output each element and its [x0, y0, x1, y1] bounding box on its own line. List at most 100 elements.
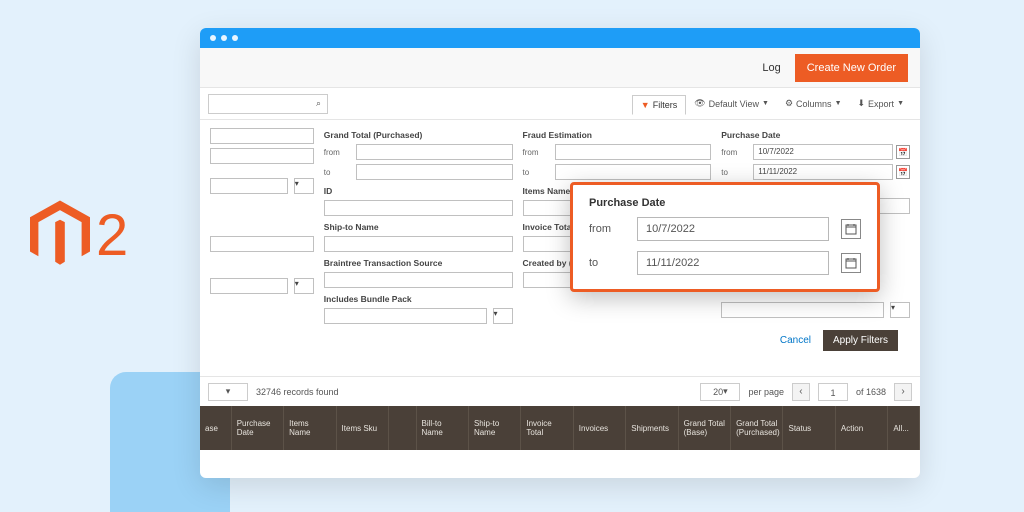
grand-total-from-input[interactable]	[356, 144, 513, 160]
callout-to-input[interactable]: 11/11/2022	[637, 251, 829, 275]
filter-label: ID	[324, 186, 513, 196]
dropdown-toggle[interactable]: ▾	[294, 178, 314, 194]
per-page-label: per page	[748, 387, 784, 397]
default-view-button[interactable]: 👁 Default View▼	[686, 94, 777, 113]
column-header[interactable]: Ship-to Name	[469, 406, 521, 450]
funnel-icon: ▼	[641, 100, 650, 110]
filter-actions: Cancel Apply Filters	[210, 324, 910, 357]
view-label: Default View	[709, 99, 759, 109]
column-header[interactable]: Status	[783, 406, 835, 450]
page-input[interactable]: 1	[818, 383, 848, 401]
traffic-light-icon	[221, 35, 227, 41]
filter-select[interactable]	[721, 302, 884, 318]
filters-tab[interactable]: ▼Filters	[632, 95, 686, 115]
per-page-select[interactable]: 20 ▾	[700, 383, 740, 401]
columns-button[interactable]: ⚙Columns▼	[777, 94, 850, 113]
chevron-down-icon: ▼	[835, 100, 842, 107]
magento-icon	[30, 200, 90, 270]
chevron-down-icon: ▼	[897, 100, 904, 107]
cancel-link[interactable]: Cancel	[780, 335, 811, 346]
traffic-light-icon	[232, 35, 238, 41]
filter-input[interactable]	[210, 148, 314, 164]
column-header[interactable]: Bill-to Name	[417, 406, 469, 450]
filters-panel: ▾ ▾ Grand Total (Purchased) from to ID S…	[200, 120, 920, 372]
filter-select[interactable]	[210, 278, 288, 294]
version-label: 2	[96, 202, 128, 269]
window-titlebar	[200, 28, 920, 48]
filter-label: Fraud Estimation	[523, 130, 712, 140]
chevron-down-icon: ▼	[762, 100, 769, 107]
magento-logo: 2	[30, 200, 128, 270]
bundle-select[interactable]	[324, 308, 487, 324]
column-header[interactable]: Invoice Total	[521, 406, 573, 450]
actions-select[interactable]: ▾	[208, 383, 248, 401]
search-input[interactable]: ⌕	[208, 94, 328, 114]
table-header: ase Purchase Date Items Name Items Sku B…	[200, 406, 920, 450]
column-header[interactable]: Invoices	[574, 406, 626, 450]
pagination-bar: ▾ 32746 records found 20 ▾ per page ‹ 1 …	[200, 376, 920, 406]
header-bar: Log Create New Order	[200, 48, 920, 88]
callout-from-input[interactable]: 10/7/2022	[637, 217, 829, 241]
to-label: to	[324, 168, 350, 177]
id-input[interactable]	[324, 200, 513, 216]
from-label: from	[523, 148, 549, 157]
grand-total-to-input[interactable]	[356, 164, 513, 180]
create-order-button[interactable]: Create New Order	[795, 54, 908, 82]
download-icon: ⬇	[858, 98, 866, 109]
columns-label: Columns	[796, 99, 832, 109]
purchase-date-to-input[interactable]: 11/11/2022	[753, 164, 893, 180]
braintree-input[interactable]	[324, 272, 513, 288]
column-header[interactable]: ase	[200, 406, 232, 450]
filters-label: Filters	[653, 100, 678, 110]
filter-input[interactable]	[210, 128, 314, 144]
purchase-date-callout: Purchase Date from 10/7/2022 to 11/11/2022	[570, 182, 880, 292]
dropdown-toggle[interactable]: ▾	[493, 308, 513, 324]
dropdown-toggle[interactable]: ▾	[294, 278, 314, 294]
column-header[interactable]: Grand Total (Base)	[679, 406, 731, 450]
calendar-icon[interactable]	[841, 253, 861, 273]
column-header[interactable]: Purchase Date	[232, 406, 284, 450]
purchase-date-from-input[interactable]: 10/7/2022	[753, 144, 893, 160]
calendar-icon[interactable]: 📅	[896, 165, 910, 179]
ship-to-input[interactable]	[324, 236, 513, 252]
app-window: Log Create New Order ⌕ ▼Filters 👁Default…	[200, 28, 920, 478]
column-header[interactable]: Items Sku	[337, 406, 389, 450]
apply-filters-button[interactable]: Apply Filters	[823, 330, 898, 351]
records-count: 32746 records found	[256, 387, 339, 397]
gear-icon: ⚙	[785, 98, 793, 109]
export-button[interactable]: ⬇Export▼	[850, 94, 913, 113]
callout-title: Purchase Date	[589, 197, 861, 209]
calendar-icon[interactable]	[841, 219, 861, 239]
dropdown-toggle[interactable]: ▾	[890, 302, 910, 318]
column-header[interactable]: Action	[836, 406, 888, 450]
filter-label: Includes Bundle Pack	[324, 294, 513, 304]
toolbar: ⌕ ▼Filters 👁Default View▼ ⚙Columns▼ ⬇Exp…	[200, 88, 920, 120]
export-label: Export	[868, 99, 894, 109]
from-label: from	[721, 148, 747, 157]
from-label: from	[589, 223, 625, 235]
next-page-button[interactable]: ›	[894, 383, 912, 401]
column-header[interactable]: Items Name	[284, 406, 336, 450]
column-header[interactable]	[389, 406, 417, 450]
column-header[interactable]: Grand Total (Purchased)	[731, 406, 783, 450]
filter-label: Ship-to Name	[324, 222, 513, 232]
to-label: to	[721, 168, 747, 177]
page-total: of 1638	[856, 387, 886, 397]
fraud-to-input[interactable]	[555, 164, 712, 180]
eye-icon: 👁	[694, 98, 705, 109]
log-link[interactable]: Log	[762, 62, 780, 74]
filter-input[interactable]	[210, 236, 314, 252]
column-header[interactable]: Shipments	[626, 406, 678, 450]
fraud-from-input[interactable]	[555, 144, 712, 160]
filter-label: Braintree Transaction Source	[324, 258, 513, 268]
calendar-icon[interactable]: 📅	[896, 145, 910, 159]
from-label: from	[324, 148, 350, 157]
search-icon: ⌕	[316, 98, 321, 109]
filter-label: Grand Total (Purchased)	[324, 130, 513, 140]
to-label: to	[523, 168, 549, 177]
to-label: to	[589, 257, 625, 269]
traffic-light-icon	[210, 35, 216, 41]
column-header[interactable]: All...	[888, 406, 920, 450]
filter-select[interactable]	[210, 178, 288, 194]
prev-page-button[interactable]: ‹	[792, 383, 810, 401]
